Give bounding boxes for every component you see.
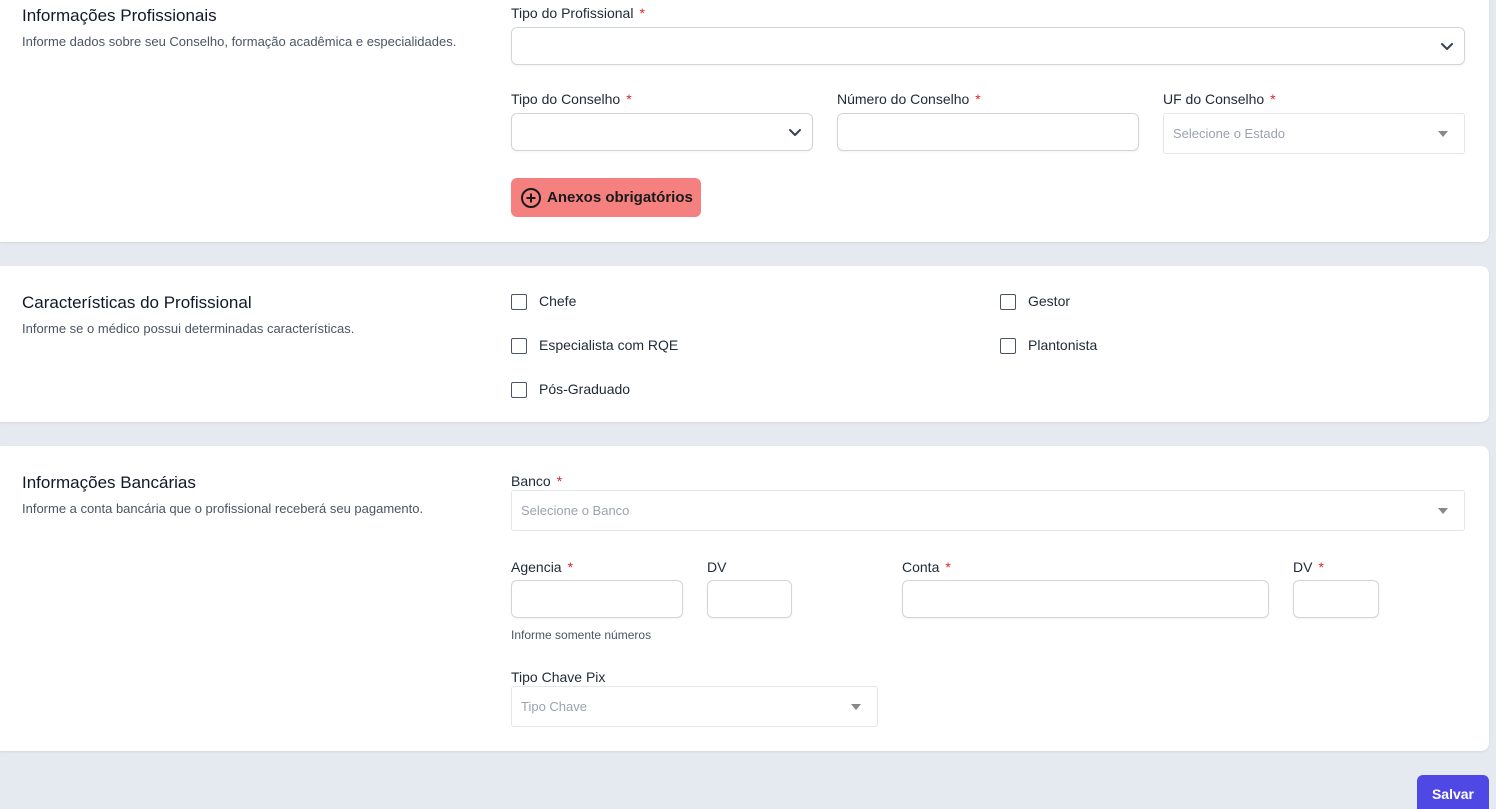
agencia-dv-label: DV (707, 559, 727, 575)
save-button[interactable]: Salvar (1417, 775, 1489, 809)
pix-select[interactable]: Tipo Chave (511, 686, 878, 727)
required-mark: * (567, 559, 574, 575)
bank-info-description: Informe a conta bancária que o profissio… (22, 501, 424, 516)
banco-select[interactable]: Selecione o Banco (511, 490, 1465, 531)
agencia-help-text: Informe somente números (511, 628, 652, 642)
bank-info-card: Informações Bancárias Informe a conta ba… (0, 446, 1489, 751)
required-mark: * (626, 91, 632, 107)
pos-graduado-checkbox[interactable] (511, 382, 527, 398)
required-mark: * (945, 559, 951, 575)
chefe-checkbox[interactable] (511, 294, 527, 310)
tipo-profissional-select[interactable] (511, 27, 1465, 65)
tipo-profissional-label: Tipo do Profissional * (511, 5, 645, 21)
professional-info-description: Informe dados sobre seu Conselho, formaç… (22, 34, 457, 49)
required-mark: * (1318, 559, 1324, 575)
numero-conselho-label: Número do Conselho * (837, 91, 981, 107)
chevron-down-icon (1441, 43, 1453, 50)
dropdown-arrow-icon (851, 704, 861, 710)
especialista-rqe-label: Especialista com RQE (539, 337, 679, 353)
tipo-conselho-label: Tipo do Conselho * (511, 91, 632, 107)
pix-label: Tipo Chave Pix (511, 669, 606, 685)
especialista-rqe-checkbox[interactable] (511, 338, 527, 354)
plus-circle-icon (521, 187, 541, 208)
pos-graduado-label: Pós-Graduado (539, 381, 631, 397)
conta-input[interactable] (902, 580, 1269, 618)
banco-label: Banco * (511, 473, 563, 489)
uf-conselho-placeholder: Selecione o Estado (1173, 126, 1286, 141)
agencia-dv-input[interactable] (707, 580, 792, 618)
chevron-down-icon (789, 129, 801, 136)
required-mark: * (975, 91, 981, 107)
banco-placeholder: Selecione o Banco (521, 503, 630, 518)
professional-info-card: Informações Profissionais Informe dados … (0, 0, 1489, 242)
plantonista-checkbox[interactable] (1000, 338, 1016, 354)
dropdown-arrow-icon (1438, 131, 1448, 137)
tipo-conselho-select[interactable] (511, 113, 813, 151)
uf-conselho-label: UF do Conselho * (1163, 91, 1276, 107)
anexos-obrigatorios-button[interactable]: Anexos obrigatórios (511, 178, 701, 217)
anexos-button-label: Anexos obrigatórios (547, 189, 693, 206)
dropdown-arrow-icon (1438, 508, 1448, 514)
agencia-label: Agencia * (511, 559, 574, 575)
required-mark: * (639, 5, 645, 21)
chefe-label: Chefe (539, 293, 577, 309)
characteristics-description: Informe se o médico possui determinadas … (22, 321, 355, 336)
uf-conselho-select[interactable]: Selecione o Estado (1163, 113, 1465, 154)
professional-info-title: Informações Profissionais (22, 6, 217, 25)
agencia-input[interactable] (511, 580, 683, 618)
plantonista-label: Plantonista (1028, 337, 1098, 353)
gestor-checkbox[interactable] (1000, 294, 1016, 310)
pix-placeholder: Tipo Chave (521, 699, 587, 714)
gestor-label: Gestor (1028, 293, 1071, 309)
characteristics-card: Características do Profissional Informe … (0, 266, 1489, 422)
bank-info-title: Informações Bancárias (22, 473, 196, 492)
numero-conselho-input[interactable] (837, 113, 1139, 151)
conta-dv-input[interactable] (1293, 580, 1379, 618)
required-mark: * (1270, 91, 1276, 107)
characteristics-title: Características do Profissional (22, 293, 252, 312)
conta-label: Conta * (902, 559, 951, 575)
required-mark: * (556, 473, 563, 489)
conta-dv-label: DV * (1293, 559, 1324, 575)
